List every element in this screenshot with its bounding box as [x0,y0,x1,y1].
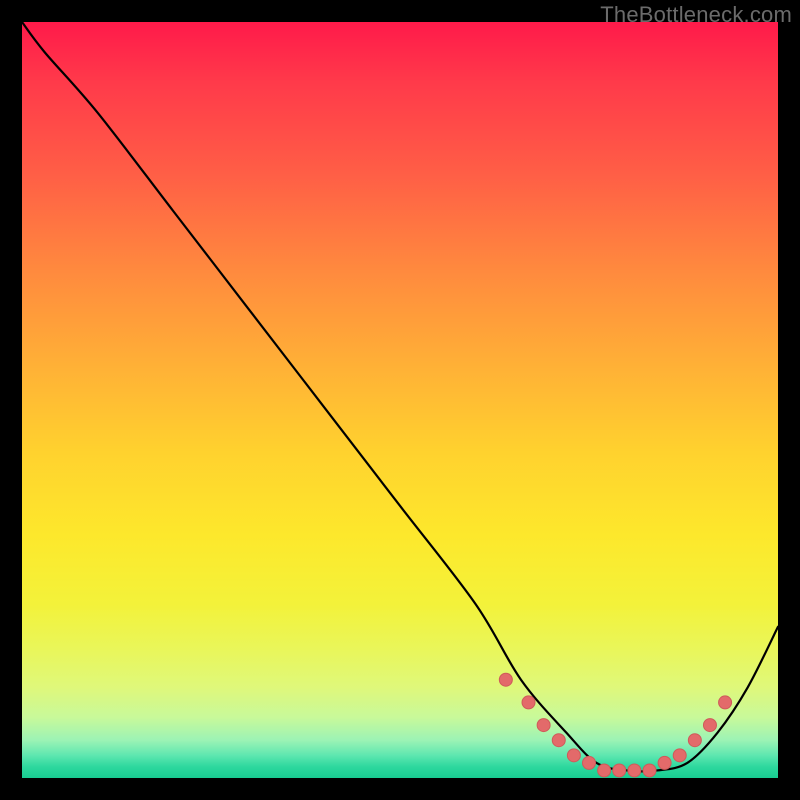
heat-gradient [22,22,778,778]
plot-area [22,22,778,778]
chart-stage: TheBottleneck.com [0,0,800,800]
